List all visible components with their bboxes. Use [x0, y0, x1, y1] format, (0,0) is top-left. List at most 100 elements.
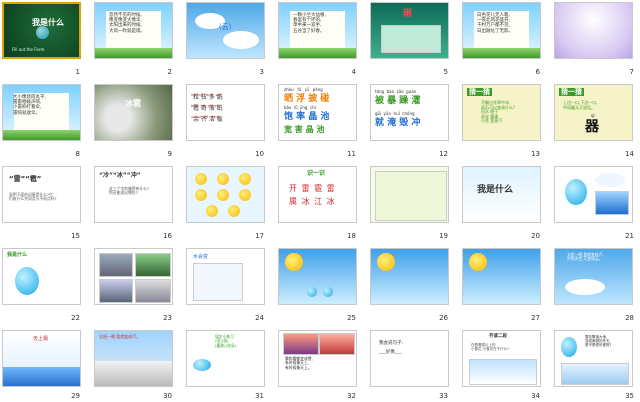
slide-thumb-18[interactable]: 识一识 开 雷 雹 雷 属 冰 江 冰: [278, 166, 357, 223]
slide-11-row1: 晒 浮 披 碰: [284, 94, 330, 104]
slide-thumb-20[interactable]: 我是什么: [462, 166, 541, 223]
sun-icon: [239, 173, 251, 185]
slide-number: 25: [347, 314, 356, 322]
slide-24-list: [193, 263, 243, 301]
slide-6-text: 白色花儿无人栽, 一夜北风花盛开, 千村万户都不见, 日出融化了无影。: [477, 13, 513, 34]
slide-thumb-30[interactable]: 太阳一晒,我就变成汽。: [94, 330, 173, 387]
slide-15-text: 说明下面的词意是什么?它 们有什么共同点与不同点吗?: [9, 192, 57, 202]
slide-number: 27: [531, 314, 540, 322]
snow-field: [95, 361, 172, 386]
slide-13-text: 不翻过花草中冰, 雨石可以变成什么? 田水 晒干 苗宝 露珠 小花 变蒸汽: [481, 100, 516, 124]
slide-thumb-28[interactable]: 太阳一晒,我就变成汽, 升到天空,又变成云。: [554, 248, 633, 305]
photo: [135, 279, 171, 303]
slide-thumb-8[interactable]: 大小像烧肉丸子, 雷雷相碰声响, 小雷响打看伞, 雷响就收伞。: [2, 84, 81, 141]
slide-thumb-7[interactable]: [554, 2, 633, 59]
slide-35-text: 雪花飘落大地, 变成美丽的冬天, 是不是很可爱呢?: [585, 335, 612, 348]
slide-number: 22: [71, 314, 80, 322]
photo: [319, 333, 355, 355]
slide-number: 24: [255, 314, 264, 322]
cloud-icon: [223, 31, 259, 49]
photo: [135, 253, 171, 277]
slide-19-card: [375, 171, 447, 221]
slide-14-pinyin: qì: [591, 113, 595, 118]
slide-number: 21: [625, 232, 634, 240]
lake-picture: [595, 191, 629, 215]
slide-5-text: 雨: [403, 9, 413, 19]
slide-thumb-25[interactable]: [278, 248, 357, 305]
slide-thumb-33[interactable]: 我会说句子: ___好像___: [370, 330, 449, 387]
slide-thumb-19[interactable]: [370, 166, 449, 223]
photo: [99, 279, 133, 303]
slide-31-text: 填空小练习 (田)(苗) (露珠)(花朵): [215, 334, 237, 348]
slide-number: 33: [439, 392, 448, 400]
slide-number: 9: [167, 150, 172, 158]
water-drop-character: [565, 179, 587, 205]
slide-14-title: 猜一猜: [559, 88, 584, 97]
waves: [3, 367, 80, 386]
sun-icon: [469, 253, 487, 271]
grass-strip: [279, 48, 356, 58]
water-drop-character: [15, 267, 39, 295]
slide-18-cells: 开 雷 雹 雷 属 冰 江 冰: [289, 184, 336, 206]
slide-thumb-16[interactable]: “冷”“冰”“冲” 这三个字的偏旁有什么? 你还能说出哪些?: [94, 166, 173, 223]
slide-thumb-23[interactable]: [94, 248, 173, 305]
slide-number: 16: [163, 232, 172, 240]
slide-thumb-22[interactable]: 我是什么: [2, 248, 81, 305]
slide-14-text: 上边一口,下边一口, 中间露天又说话。: [563, 100, 598, 110]
slide-thumb-10[interactable]: lì jiāng duō zhǐ bào hé yè zhǐ yú pì jié…: [186, 84, 265, 141]
slide-5-card: [381, 25, 441, 53]
slide-number: 14: [625, 150, 634, 158]
slide-number: 28: [625, 314, 634, 322]
slide-11-row3: 宽 害 晶 池: [284, 125, 325, 134]
slide-1-title: 我是什么: [32, 18, 64, 27]
slide-thumb-5[interactable]: 雨: [370, 2, 449, 59]
slide-20-text: 我是什么: [477, 185, 514, 195]
slide-thumb-21[interactable]: [554, 166, 633, 223]
slide-thumb-29[interactable]: 天上飘: [2, 330, 81, 387]
slide-thumb-6[interactable]: 白色花儿无人栽, 一夜北风花盛开, 千村万户都不见, 日出融化了无影。: [462, 2, 541, 59]
slide-4-text: 一颗小兰大仙根, 春里有个坏的, 草中来一双手, 五谷当了好春。: [293, 13, 326, 34]
slide-thumb-34[interactable]: 齐读二段 在看看图片上的 小雪花,小雪花在干什么?: [462, 330, 541, 387]
slide-16-title: “冷”“冰”“冲”: [99, 172, 141, 179]
slide-24-text: 水会变: [193, 254, 209, 260]
slide-34-text: 在看看图片上的 小雪花,小雪花在干什么?: [471, 343, 509, 352]
slide-12-pinyin2: gōi yān huǐ chóng: [375, 111, 415, 116]
slide-thumb-11[interactable]: zhòu fú pī pěng 晒 浮 披 碰 bǎo lǜ jīng chí …: [278, 84, 357, 141]
slide-33-text: 我会说句子: ___好像___: [379, 341, 404, 355]
slide-number: 5: [443, 68, 448, 76]
slide-thumb-27[interactable]: [462, 248, 541, 305]
slide-thumb-26[interactable]: [370, 248, 449, 305]
slide-thumb-1[interactable]: 我是什么 Fill out the Form: [2, 2, 81, 59]
slide-11-row2: 饱 率 晶 池: [284, 112, 330, 122]
speech-bubble: [595, 173, 625, 187]
slide-thumb-12[interactable]: tóng bào zāo guàn 被 暴 躁 灌 gōi yān huǐ ch…: [370, 84, 449, 141]
slide-number: 32: [347, 392, 356, 400]
slide-number: 11: [347, 150, 356, 158]
grass-strip: [3, 130, 80, 140]
slide-thumb-24[interactable]: 水会变: [186, 248, 265, 305]
drop-icon: [323, 287, 333, 297]
slide-thumb-4[interactable]: 一颗小兰大仙根, 春里有个坏的, 草中来一双手, 五谷当了好春。: [278, 2, 357, 59]
sun-icon: [195, 173, 207, 185]
slide-11-pinyin2: bǎo lǜ jīng chí: [284, 105, 316, 110]
slide-16-text: 这三个字的偏旁有什么? 你还能说出哪些?: [109, 186, 149, 196]
slide-2-text: 忽然不见的时候, 像变像变大像伞, 太阳出来的时候, 大风一吹就是雨。: [109, 13, 145, 34]
sun-icon: [377, 253, 395, 271]
slide-thumb-31[interactable]: 填空小练习 (田)(苗) (露珠)(花朵): [186, 330, 265, 387]
slide-thumb-15[interactable]: “雷”“雹” 说明下面的词意是什么?它 们有什么共同点与不同点吗?: [2, 166, 81, 223]
slide-thumb-2[interactable]: 忽然不见的时候, 像变像变大像伞, 太阳出来的时候, 大风一吹就是雨。: [94, 2, 173, 59]
slide-thumb-32[interactable]: 雾和霜都变成雪, 有时候像天上, 有时候像天上。: [278, 330, 357, 387]
slide-thumb-9[interactable]: 冰雹: [94, 84, 173, 141]
slide-thumb-35[interactable]: 雪花飘落大地, 变成美丽的冬天, 是不是很可爱呢?: [554, 330, 633, 387]
slide-number: 20: [531, 232, 540, 240]
slide-thumb-13[interactable]: 猜一猜 不翻过花草中冰, 雨石可以变成什么? 田水 晒干 苗宝 露珠 小花 变蒸…: [462, 84, 541, 141]
slide-15-title: “雷”“雹”: [9, 175, 42, 183]
slide-number: 4: [351, 68, 356, 76]
slide-thumb-14[interactable]: 猜一猜 上边一口,下边一口, 中间露天又说话。 qì 器: [554, 84, 633, 141]
slide-number: 10: [255, 150, 264, 158]
slide-thumb-17[interactable]: [186, 166, 265, 223]
slide-thumb-3[interactable]: (云): [186, 2, 265, 59]
slide-number: 31: [255, 392, 264, 400]
slide-number: 26: [439, 314, 448, 322]
drop-icon: [307, 287, 317, 297]
